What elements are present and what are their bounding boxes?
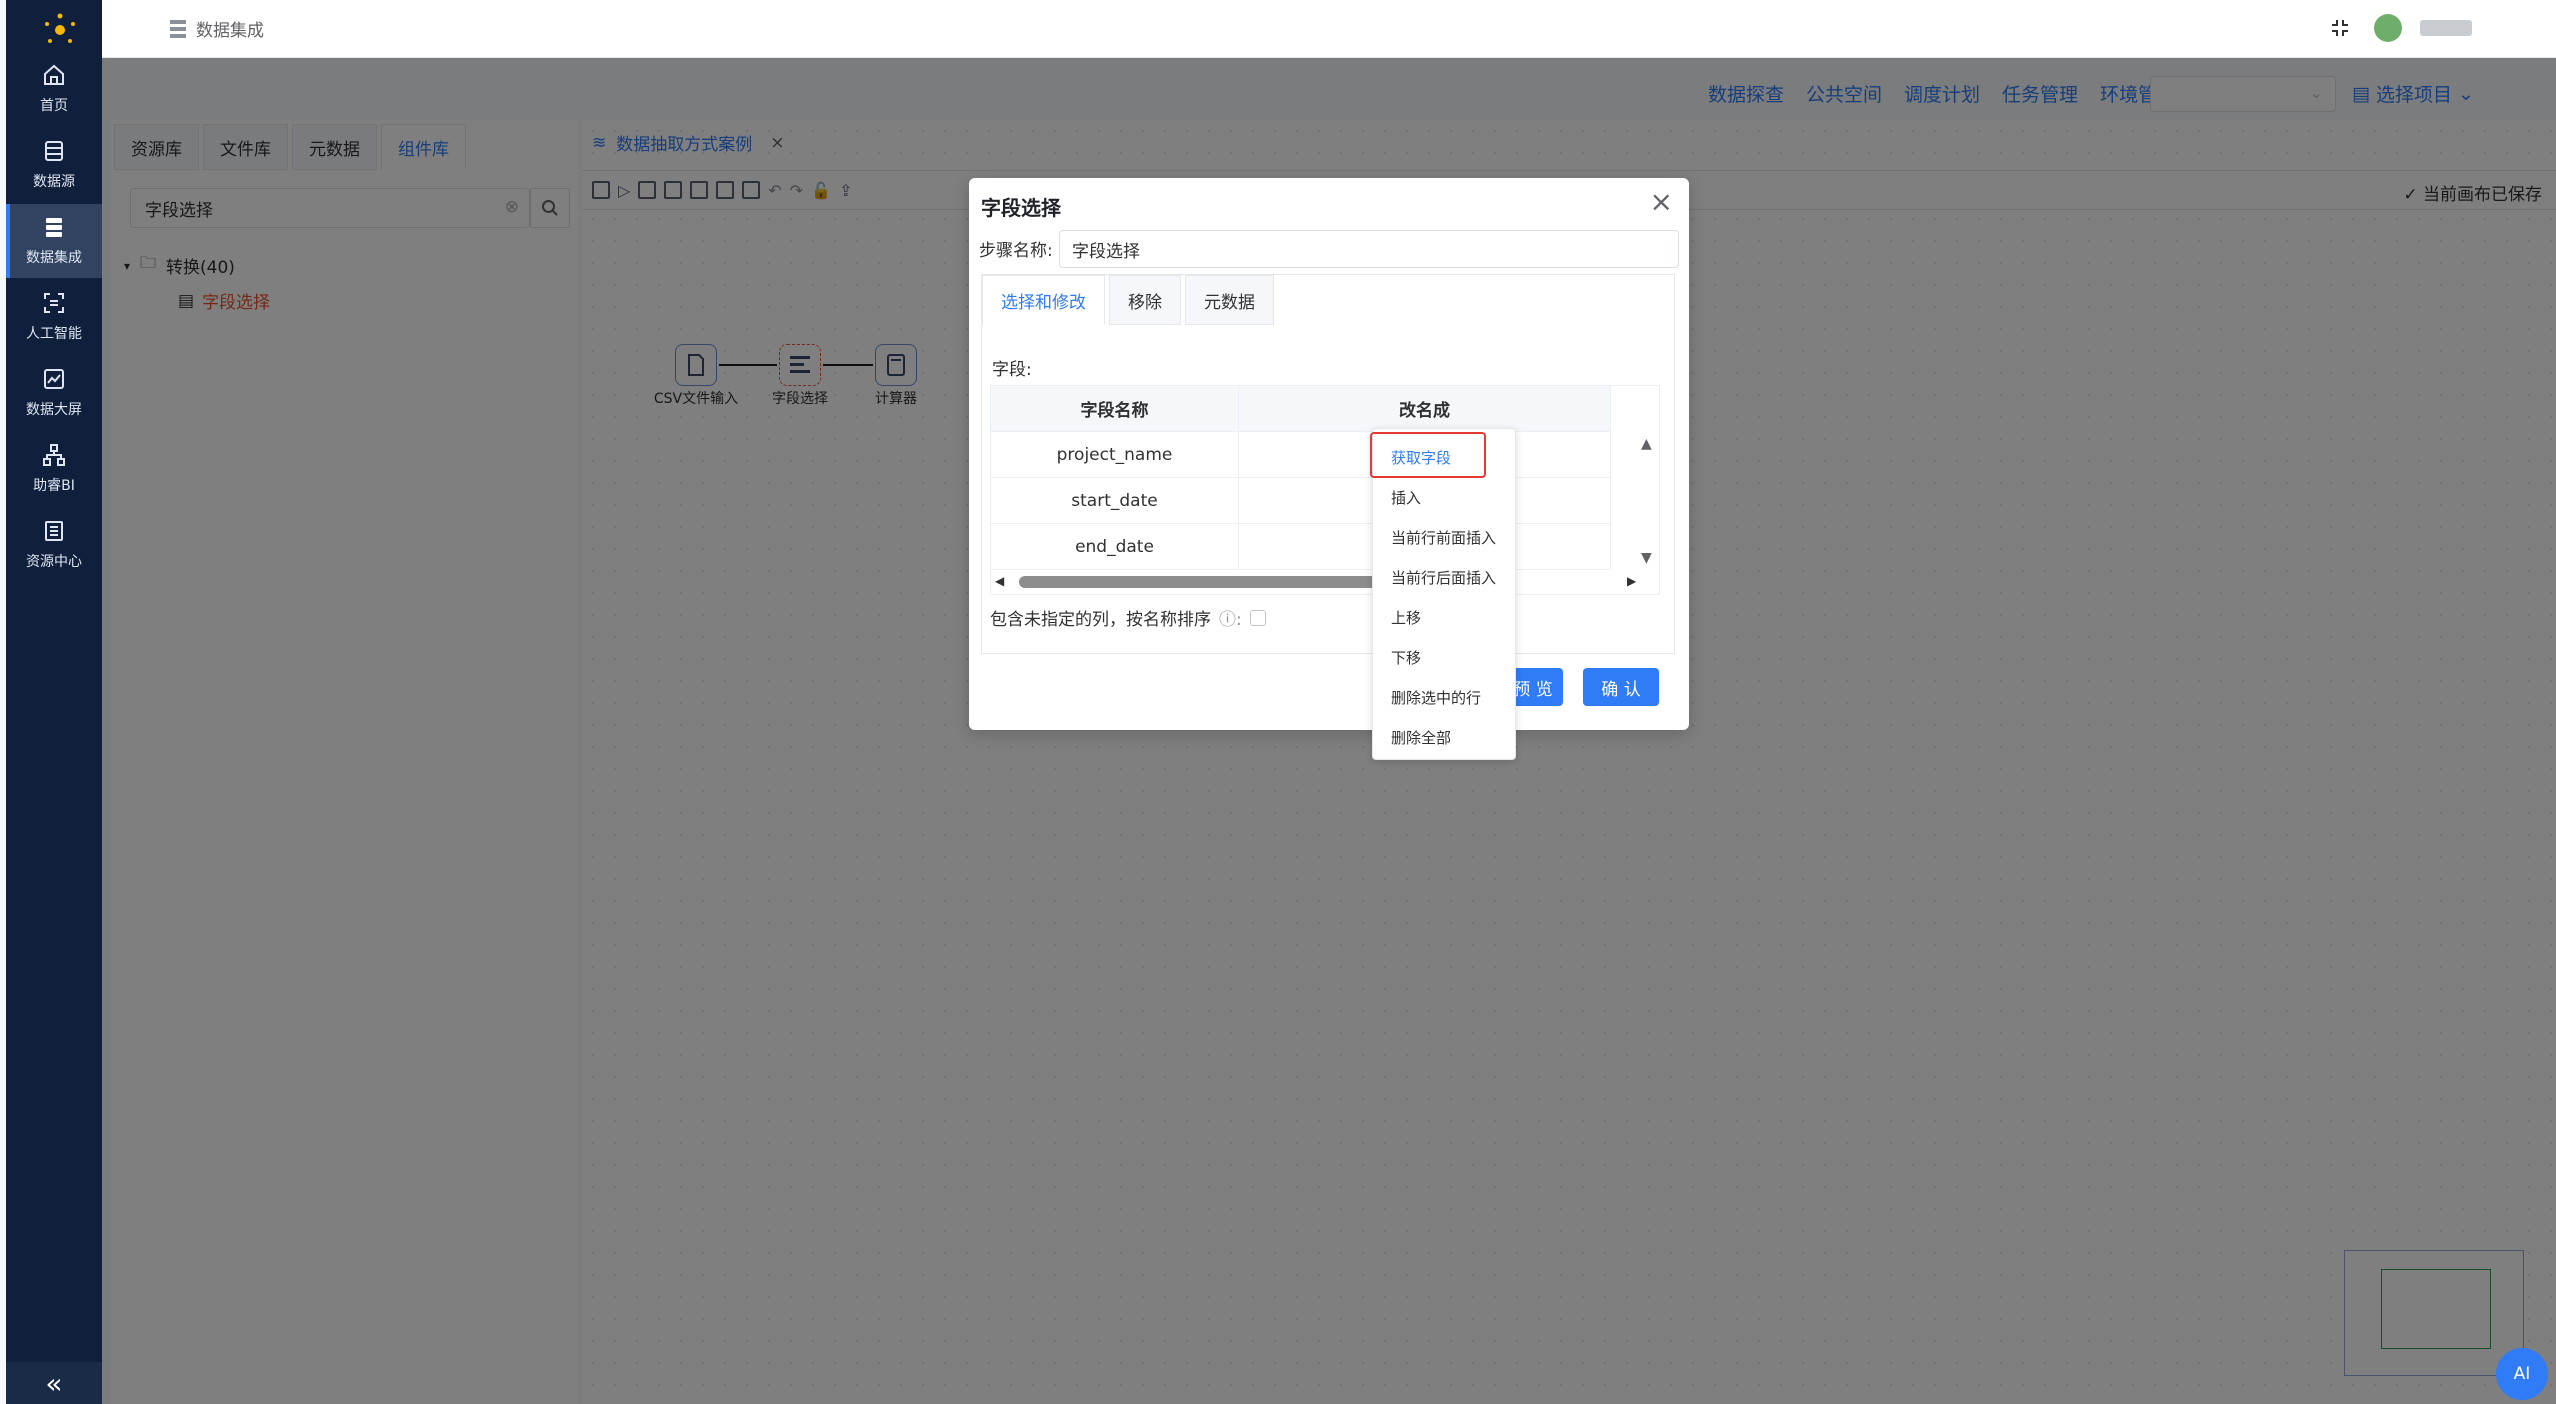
sidebar-item-label: 资源中心 [26,554,82,570]
sidebar-item-datasource[interactable]: 数据源 [6,128,102,202]
sidebar-item-label: 首页 [40,98,68,114]
chart-icon [44,369,64,389]
dialog-tabs-panel: 选择和修改 移除 元数据 字段: 字段名称 改名成 project_name s… [981,274,1675,654]
fields-table: 字段名称 改名成 project_name start_date end_dat… [990,385,1660,595]
sidebar-item-home[interactable]: 首页 [6,52,102,126]
resource-icon [45,521,63,541]
horizontal-scrollbar[interactable] [1019,576,1379,588]
sidebar-item-label: 数据大屏 [26,402,82,418]
sidebar-item-resource[interactable]: 资源中心 [6,508,102,582]
collapse-button[interactable]: « [6,1362,102,1404]
dialog-tabs: 选择和修改 移除 元数据 [982,275,1278,325]
ai-icon [44,293,64,313]
table-cell[interactable]: start_date [991,478,1239,524]
menu-item-delete-selected[interactable]: 删除选中的行 [1391,687,1481,708]
scroll-left-icon[interactable]: ◀ [995,574,1004,588]
sidebar: 首页 数据源 数据集成 人工智能 数据大屏 助睿BI 资源中心 « [6,0,102,1404]
menu-item-insert[interactable]: 插入 [1391,487,1421,508]
sidebar-item-label: 数据集成 [26,250,82,266]
tab-select-modify[interactable]: 选择和修改 [982,275,1105,325]
step-name-input[interactable]: 字段选择 [1059,230,1679,268]
field-select-dialog: 字段选择 × 步骤名称: 字段选择 选择和修改 移除 元数据 字段: 字段名称 … [969,178,1689,730]
home-icon [44,64,64,85]
table-cell[interactable]: project_name [991,432,1239,478]
menu-item-insert-after[interactable]: 当前行后面插入 [1391,567,1496,588]
scroll-right-icon[interactable]: ▶ [1627,574,1636,588]
scroll-up-icon[interactable]: ▲ [1641,436,1652,452]
include-label: 包含未指定的列，按名称排序 [990,610,1211,630]
close-icon[interactable]: × [1650,188,1673,216]
ai-button[interactable]: AI [2496,1348,2548,1400]
sidebar-item-bi[interactable]: 助睿BI [6,432,102,506]
highlight-box [1370,432,1486,478]
fullscreen-icon[interactable] [2330,18,2350,38]
top-bar: 数据集成 [102,0,2556,58]
menu-item-insert-before[interactable]: 当前行前面插入 [1391,527,1496,548]
sidebar-item-integration[interactable]: 数据集成 [6,204,102,278]
include-checkbox[interactable] [1249,609,1266,626]
database-icon [45,141,63,161]
breadcrumb: 数据集成 [170,16,264,41]
org-icon [43,444,65,466]
confirm-button[interactable]: 确 认 [1583,668,1659,706]
menu-item-delete-all[interactable]: 删除全部 [1391,727,1451,748]
layers-icon [170,19,186,38]
sidebar-item-label: 助睿BI [33,478,75,494]
breadcrumb-label: 数据集成 [196,21,264,41]
layers-icon [46,218,62,237]
tab-metadata[interactable]: 元数据 [1185,275,1274,325]
menu-item-move-down[interactable]: 下移 [1391,647,1421,668]
column-header: 改名成 [1239,386,1611,432]
sidebar-item-label: 人工智能 [26,326,82,342]
scroll-down-icon[interactable]: ▼ [1641,550,1652,566]
step-name-label: 步骤名称: [979,241,1053,261]
sidebar-item-label: 数据源 [33,174,75,190]
fields-label: 字段: [992,360,1032,380]
dialog-title: 字段选择 [981,196,1061,220]
avatar[interactable] [2374,14,2402,42]
logo-icon [45,13,75,43]
username-blurred [2420,20,2472,36]
sidebar-item-dashboard[interactable]: 数据大屏 [6,356,102,430]
sidebar-item-ai[interactable]: 人工智能 [6,280,102,354]
help-icon: ⓘ: [1219,610,1242,630]
column-header: 字段名称 [991,386,1239,432]
table-cell[interactable]: end_date [991,524,1239,570]
include-unspecified: 包含未指定的列，按名称排序 ⓘ: [990,605,1266,630]
tab-remove[interactable]: 移除 [1109,275,1181,325]
menu-item-move-up[interactable]: 上移 [1391,607,1421,628]
